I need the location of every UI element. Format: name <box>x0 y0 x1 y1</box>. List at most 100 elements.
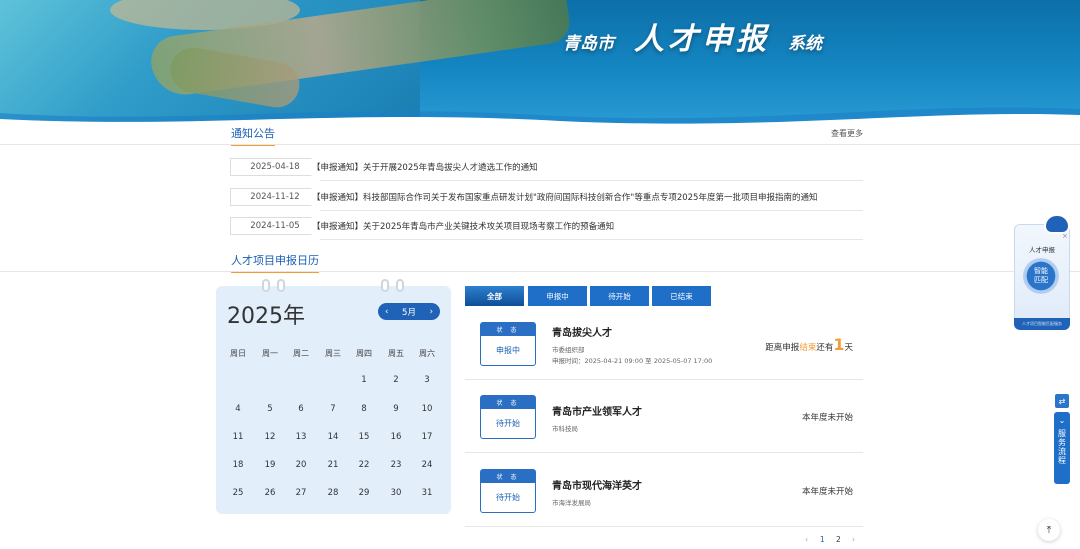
weekday-label: 周六 <box>419 349 435 358</box>
tab-upcoming[interactable]: 待开始 <box>590 286 649 306</box>
calendar-day[interactable]: 22 <box>349 460 379 470</box>
assistant-title: 人才申报 <box>1029 246 1055 254</box>
prev-month-button[interactable]: ‹ <box>385 307 388 317</box>
project-item[interactable]: 状 态 待开始 青岛市产业领军人才 市科技局 本年度未开始 <box>465 381 863 453</box>
next-month-button[interactable]: › <box>430 307 433 317</box>
calendar-day[interactable]: 14 <box>318 432 348 442</box>
calendar-day[interactable]: 18 <box>223 460 253 470</box>
calendar-day[interactable]: 24 <box>412 460 442 470</box>
countdown-unit: 天 <box>844 343 853 353</box>
calendar-day[interactable]: 31 <box>412 488 442 498</box>
flow-icon[interactable]: ⇄ <box>1055 394 1069 408</box>
calendar-day[interactable]: 19 <box>255 460 285 470</box>
calendar-day[interactable]: 23 <box>381 460 411 470</box>
divider <box>0 271 1080 272</box>
countdown-prefix: 距离申报 <box>765 343 800 353</box>
tab-all[interactable]: 全部 <box>465 286 524 306</box>
weekday-label: 周四 <box>356 349 372 358</box>
notice-title[interactable]: 【申报通知】关于2025年青岛市产业关键技术攻关项目现场考察工作的预备通知 <box>312 220 614 232</box>
notice-date: 2024-11-05 <box>230 217 320 235</box>
status-badge-value: 申报中 <box>496 346 520 355</box>
notice-item[interactable]: 2024-11-05 【申报通知】关于2025年青岛市产业关键技术攻关项目现场考… <box>230 214 863 238</box>
pager-page[interactable]: 2 <box>836 535 841 544</box>
calendar-section-title: 人才项目申报日历 <box>231 252 319 273</box>
project-org: 市海洋发展局 <box>552 499 591 507</box>
service-process-label: 服务流程 <box>1057 429 1067 465</box>
calendar-day[interactable]: 11 <box>223 432 253 442</box>
header-banner: 青岛市 人才申报 系统 <box>0 0 1080 125</box>
notice-item[interactable]: 2024-11-12 【申报通知】科技部国际合作司关于发布国家重点研发计划"政府… <box>230 185 863 209</box>
status-badge: 状 态 待开始 <box>480 469 536 513</box>
calendar-day[interactable]: 12 <box>255 432 285 442</box>
site-title-city: 青岛市 <box>563 34 614 54</box>
calendar-day[interactable]: 28 <box>318 488 348 498</box>
calendar-day[interactable]: 21 <box>318 460 348 470</box>
project-item[interactable]: 状 态 待开始 青岛市现代海洋英才 市海洋发展局 本年度未开始 <box>465 455 863 527</box>
notice-item[interactable]: 2025-04-18 【申报通知】关于开展2025年青岛拔尖人才遴选工作的通知 <box>230 155 863 179</box>
app: 青岛市 人才申报 系统 通知公告 查看更多 2025-04-18 【申报通知】关… <box>0 0 1080 549</box>
project-status-text: 本年度未开始 <box>801 487 853 497</box>
site-title-main: 人才申报 <box>634 22 770 57</box>
smart-match-label: 智能 匹配 <box>1034 267 1048 284</box>
divider <box>0 144 1080 145</box>
calendar-day[interactable]: 10 <box>412 404 442 414</box>
calendar-day[interactable]: 3 <box>412 375 442 385</box>
weekday-label: 周二 <box>293 349 309 358</box>
weekday-label: 周五 <box>388 349 404 358</box>
arrow-up-icon: ⤒ <box>1046 524 1052 536</box>
calendar-day[interactable]: 29 <box>349 488 379 498</box>
project-name[interactable]: 青岛拔尖人才 <box>552 324 612 339</box>
project-time: 申报时间：2025-04-21 09:00 至 2025-05-07 17:00 <box>552 357 713 365</box>
calendar-day[interactable]: 5 <box>255 404 285 414</box>
calendar-day[interactable]: 2 <box>381 375 411 385</box>
weekday-label: 周日 <box>230 349 246 358</box>
calendar-day[interactable]: 27 <box>286 488 316 498</box>
assistant-footer: 人才项目智能匹配服务 <box>1014 318 1070 330</box>
calendar-day[interactable]: 7 <box>318 404 348 414</box>
robot-icon <box>1044 214 1070 234</box>
project-item[interactable]: 状 态 申报中 青岛拔尖人才 市委组织部 申报时间：2025-04-21 09:… <box>465 308 863 380</box>
project-name[interactable]: 青岛市现代海洋英才 <box>552 477 642 492</box>
calendar-day[interactable]: 13 <box>286 432 316 442</box>
calendar-day[interactable]: 26 <box>255 488 285 498</box>
project-org: 市科技局 <box>552 425 578 433</box>
view-more-link[interactable]: 查看更多 <box>831 128 863 139</box>
tab-in-progress[interactable]: 申报中 <box>528 286 587 306</box>
tab-ended[interactable]: 已结束 <box>652 286 711 306</box>
service-process-button[interactable]: ⌄ 服务流程 <box>1054 412 1070 484</box>
divider <box>320 210 863 211</box>
status-badge-label: 状 态 <box>481 470 535 483</box>
notice-title[interactable]: 【申报通知】关于开展2025年青岛拔尖人才遴选工作的通知 <box>312 161 538 173</box>
countdown-mid: 还有 <box>816 343 834 353</box>
calendar-day[interactable]: 1 <box>349 375 379 385</box>
pager-page[interactable]: 1 <box>820 535 825 544</box>
pager-prev[interactable]: ‹ <box>805 535 808 544</box>
smart-match-button[interactable]: 智能 匹配 <box>1023 258 1059 294</box>
calendar-day[interactable]: 9 <box>381 404 411 414</box>
calendar-day[interactable]: 6 <box>286 404 316 414</box>
current-month: 5月 <box>402 307 416 318</box>
calendar-day[interactable]: 20 <box>286 460 316 470</box>
calendar-day[interactable]: 25 <box>223 488 253 498</box>
calendar-day[interactable]: 16 <box>381 432 411 442</box>
site-title: 青岛市 人才申报 系统 <box>563 14 822 58</box>
calendar-day[interactable]: 17 <box>412 432 442 442</box>
status-badge: 状 态 待开始 <box>480 395 536 439</box>
notice-title-text: 【申报通知】科技部国际合作司关于发布国家重点研发计划"政府间国际科技创新合作"等… <box>312 193 818 203</box>
notice-title[interactable]: 【申报通知】科技部国际合作司关于发布国家重点研发计划"政府间国际科技创新合作"等… <box>312 191 817 203</box>
status-badge-label: 状 态 <box>481 396 535 409</box>
notice-title-text: 【申报通知】关于2025年青岛市产业关键技术攻关项目现场考察工作的预备通知 <box>312 222 615 232</box>
status-badge-value: 待开始 <box>496 419 520 428</box>
calendar-day[interactable]: 4 <box>223 404 253 414</box>
calendar-day[interactable]: 15 <box>349 432 379 442</box>
weekday-label: 周一 <box>262 349 278 358</box>
calendar-day[interactable]: 30 <box>381 488 411 498</box>
calendar-year: 2025年 <box>227 304 305 329</box>
calendar-ring <box>396 279 404 292</box>
close-icon[interactable]: × <box>1062 232 1068 240</box>
calendar-day[interactable]: 8 <box>349 404 379 414</box>
pager-next[interactable]: › <box>852 535 855 544</box>
project-name[interactable]: 青岛市产业领军人才 <box>552 403 642 418</box>
back-to-top-button[interactable]: ⤒ <box>1038 519 1060 541</box>
month-selector: ‹ 5月 › <box>378 303 440 320</box>
